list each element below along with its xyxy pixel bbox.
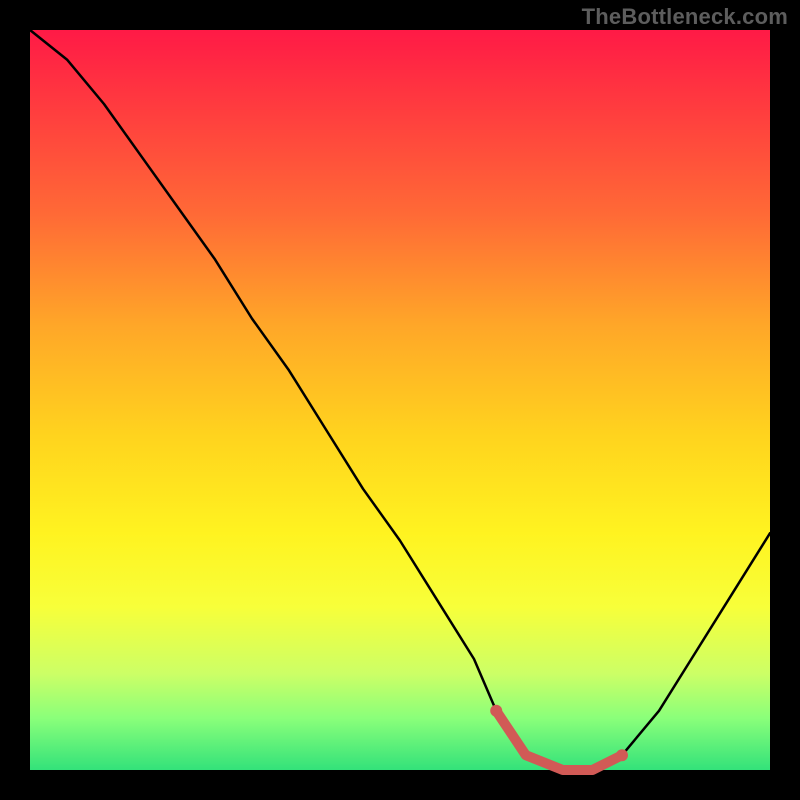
valley-endpoint-dot bbox=[490, 705, 502, 717]
valley-endpoint-dot bbox=[616, 749, 628, 761]
watermark-text: TheBottleneck.com bbox=[582, 4, 788, 30]
valley-highlight bbox=[496, 711, 622, 770]
chart-frame: TheBottleneck.com bbox=[0, 0, 800, 800]
chart-svg bbox=[0, 0, 800, 800]
bottleneck-curve bbox=[30, 30, 770, 770]
